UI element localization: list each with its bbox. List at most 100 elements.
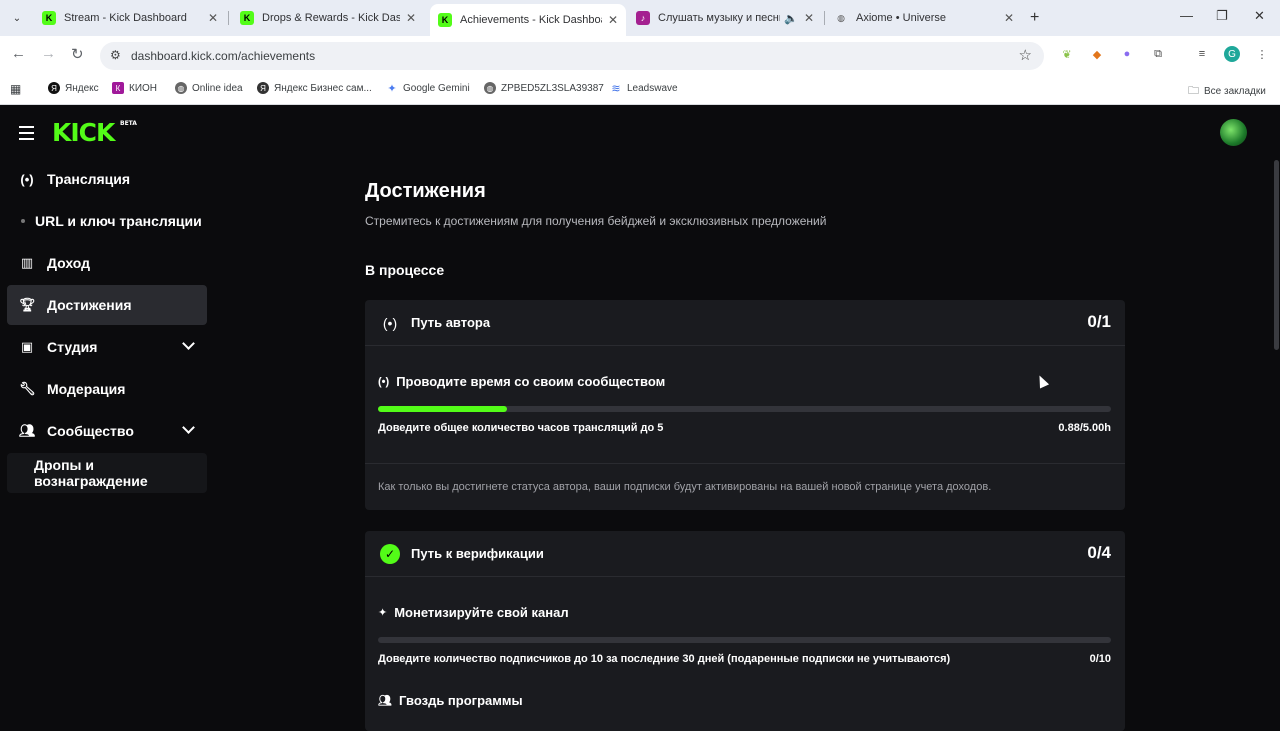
user-avatar[interactable] bbox=[1220, 119, 1247, 146]
dot-icon bbox=[21, 219, 25, 223]
tab-label: Axiome • Universe bbox=[856, 12, 947, 24]
sidebar-item-moderation[interactable]: 🔧︎ Модерация bbox=[7, 369, 207, 409]
task-title: 👥︎ Гвоздь программы bbox=[378, 693, 523, 708]
tab-label: Achievements - Kick Dashboard bbox=[460, 14, 602, 26]
bookmark-star-icon[interactable]: ☆ bbox=[1019, 46, 1032, 64]
card-header[interactable]: ✓ Путь к верификации 0/4 bbox=[365, 531, 1125, 577]
sidebar-item-label: Дропы и вознаграждение bbox=[34, 457, 148, 489]
kick-favicon-icon: K bbox=[42, 11, 56, 25]
bookmark-label: Leadswave bbox=[627, 82, 678, 94]
browser-tab-achievements[interactable]: K Achievements - Kick Dashboard ✕ bbox=[430, 4, 626, 36]
globe-favicon-icon: ◍ bbox=[837, 12, 845, 23]
beta-badge: BETA bbox=[120, 120, 137, 127]
sidebar-item-income[interactable]: ▥ Доход bbox=[7, 243, 207, 283]
close-tab-icon[interactable]: ✕ bbox=[608, 13, 618, 27]
logo-text: KICK bbox=[52, 118, 115, 147]
bookmark-yandex-business[interactable]: Я Яндекс Бизнес сам... bbox=[257, 82, 372, 94]
studio-icon: ▣ bbox=[20, 339, 34, 354]
yandex-business-icon: Я bbox=[257, 82, 269, 94]
minimize-icon[interactable]: — bbox=[1180, 8, 1193, 23]
bookmark-kion[interactable]: К КИОН bbox=[112, 82, 157, 94]
metamask-extension-icon[interactable]: ◆ bbox=[1089, 46, 1105, 62]
verified-badge-icon: ✓ bbox=[380, 544, 400, 564]
leaf-extension-icon[interactable]: ❦ bbox=[1059, 46, 1075, 62]
task-title: (•) Проводите время со своим сообществом bbox=[378, 374, 665, 389]
sidebar-item-label: Студия bbox=[47, 339, 98, 355]
all-bookmarks-button[interactable]: 🗀 Все закладки bbox=[1188, 82, 1266, 101]
sidebar-item-stream[interactable]: (•) Трансляция bbox=[7, 159, 207, 199]
chevron-down-icon[interactable] bbox=[182, 421, 195, 434]
bookmark-leadswave[interactable]: ≋ Leadswave bbox=[610, 82, 678, 95]
browser-tab-music[interactable]: ♪ Слушать музыку и песни о 🔈 ✕ bbox=[628, 4, 822, 32]
bookmark-online-idea[interactable]: ◍ Online idea bbox=[175, 82, 243, 94]
restore-icon[interactable]: ❐ bbox=[1216, 8, 1228, 24]
sidebar-item-drops[interactable]: Дропы и вознаграждение bbox=[7, 453, 207, 493]
reload-icon[interactable]: ↻ bbox=[71, 45, 84, 63]
url-text[interactable]: dashboard.kick.com/achievements bbox=[131, 49, 315, 63]
kick-logo[interactable]: KICK BETA bbox=[52, 118, 137, 147]
profile-avatar[interactable]: G bbox=[1224, 46, 1240, 62]
broadcast-icon: (•) bbox=[382, 315, 398, 331]
achievement-card-verification: ✓ Путь к верификации 0/4 ✦ Монетизируйте… bbox=[365, 531, 1125, 731]
task-label: Проводите время со своим сообществом bbox=[396, 374, 666, 389]
kick-favicon-icon: K bbox=[240, 11, 254, 25]
sidebar-item-studio[interactable]: ▣ Студия bbox=[7, 327, 207, 367]
card-count: 0/1 bbox=[1087, 312, 1111, 331]
page-scrollbar[interactable] bbox=[1274, 160, 1279, 350]
site-info-icon[interactable]: ⚙ bbox=[110, 48, 121, 62]
extensions-puzzle-icon[interactable]: ⧉ bbox=[1150, 46, 1166, 62]
bookmark-label: Яндекс Бизнес сам... bbox=[274, 82, 372, 94]
kion-icon: К bbox=[112, 82, 124, 94]
gemini-icon: ✦ bbox=[387, 82, 397, 95]
hamburger-menu-icon[interactable] bbox=[19, 126, 34, 144]
browser-menu-icon[interactable]: ⋮ bbox=[1254, 46, 1270, 62]
bookmark-label: КИОН bbox=[129, 82, 158, 94]
trophy-icon: 🏆︎ bbox=[19, 297, 36, 312]
bookmark-label: Google Gemini bbox=[403, 82, 470, 94]
window-close-icon[interactable]: ✕ bbox=[1254, 8, 1265, 24]
speaker-icon[interactable]: 🔈 bbox=[784, 12, 798, 25]
card-header[interactable]: (•) Путь автора 0/1 bbox=[365, 300, 1125, 346]
task-label: Гвоздь программы bbox=[398, 693, 523, 708]
chart-icon: ▥ bbox=[20, 255, 34, 270]
close-tab-icon[interactable]: ✕ bbox=[406, 11, 416, 25]
media-controls-icon[interactable]: ≡ bbox=[1194, 46, 1210, 62]
browser-tab-axiome[interactable]: ◍ Axiome • Universe ✕ bbox=[826, 4, 1022, 32]
new-tab-icon[interactable]: + bbox=[1030, 9, 1039, 27]
card-count: 0/4 bbox=[1087, 543, 1111, 562]
wrench-icon: 🔧︎ bbox=[19, 381, 36, 396]
sidebar-item-community[interactable]: 👥︎ Сообщество bbox=[7, 411, 207, 451]
achievement-card-author: (•) Путь автора 0/1 (•) Проводите время … bbox=[365, 300, 1125, 510]
sidebar-item-achievements[interactable]: 🏆︎ Достижения bbox=[7, 285, 207, 325]
all-bookmarks-label: Все закладки bbox=[1204, 86, 1266, 97]
people-icon: 👥︎ bbox=[378, 695, 392, 707]
tab-search-dropdown-icon[interactable]: ⌄ bbox=[6, 7, 28, 29]
forward-icon[interactable]: → bbox=[41, 45, 56, 62]
card-title: Путь к верификации bbox=[411, 546, 544, 561]
kick-favicon-icon: K bbox=[438, 13, 452, 27]
browser-tab-stream[interactable]: K Stream - Kick Dashboard ✕ bbox=[34, 4, 226, 32]
broadcast-small-icon: (•) bbox=[378, 375, 390, 388]
tab-separator bbox=[824, 11, 825, 25]
sparkle-icon: ✦ bbox=[378, 607, 388, 619]
sidebar-item-label: Доход bbox=[47, 255, 91, 271]
apps-grid-icon[interactable]: ▦ bbox=[10, 82, 21, 96]
close-tab-icon[interactable]: ✕ bbox=[804, 11, 814, 25]
bookmark-gemini[interactable]: ✦ Google Gemini bbox=[386, 82, 470, 95]
progress-value: 0.88/5.00h bbox=[1058, 422, 1111, 434]
close-tab-icon[interactable]: ✕ bbox=[208, 11, 218, 25]
sidebar-item-label: URL и ключ трансляции bbox=[35, 213, 202, 229]
sidebar-item-stream-key[interactable]: URL и ключ трансляции bbox=[7, 201, 207, 241]
back-icon[interactable]: ← bbox=[11, 45, 26, 62]
chevron-down-icon[interactable] bbox=[182, 337, 195, 350]
close-tab-icon[interactable]: ✕ bbox=[1004, 11, 1014, 25]
address-bar[interactable]: ⚙ dashboard.kick.com/achievements ☆ bbox=[100, 42, 1044, 70]
bookmark-zpbed[interactable]: ◍ ZPBED5ZL3SLA39387 bbox=[484, 82, 604, 94]
globe-icon: ◍ bbox=[484, 82, 496, 94]
sidebar-item-label: Трансляция bbox=[47, 171, 131, 187]
progress-fill bbox=[378, 406, 507, 412]
browser-tab-drops[interactable]: K Drops & Rewards - Kick Dashbo ✕ bbox=[232, 4, 424, 32]
ghost-extension-icon[interactable]: ● bbox=[1119, 46, 1135, 62]
bookmark-yandex[interactable]: Я Яндекс bbox=[48, 82, 99, 94]
tab-label: Stream - Kick Dashboard bbox=[64, 12, 187, 24]
